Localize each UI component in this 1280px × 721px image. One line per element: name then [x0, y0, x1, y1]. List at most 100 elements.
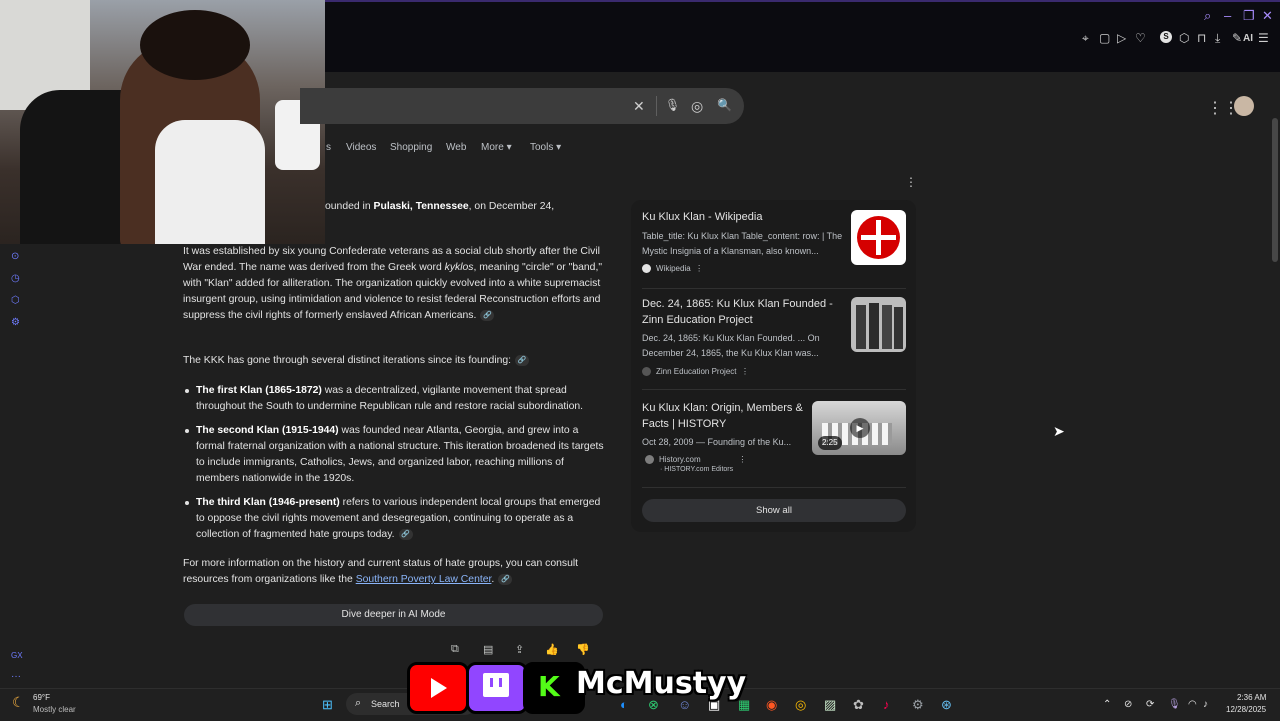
- avatar[interactable]: [1234, 96, 1254, 116]
- close-icon[interactable]: ✕: [1262, 8, 1273, 24]
- volume-icon[interactable]: ♪: [1203, 699, 1208, 710]
- source-name[interactable]: Wikipedia ⋮: [642, 264, 703, 274]
- tab-videos[interactable]: Videos: [346, 142, 376, 153]
- clear-icon[interactable]: ✕: [633, 98, 645, 115]
- steam-icon[interactable]: ⊛: [941, 697, 952, 713]
- wikipedia-icon: [642, 264, 651, 274]
- tab-web[interactable]: Web: [446, 142, 466, 153]
- source-snippet: Table_title: Ku Klux Klan Table_content:…: [642, 231, 843, 256]
- minimize-icon[interactable]: –: [1224, 8, 1231, 23]
- cursor-icon: ➤: [1053, 423, 1065, 439]
- link-icon[interactable]: 🔗: [515, 354, 530, 366]
- download-icon[interactable]: ⤓: [1215, 31, 1220, 46]
- search-icon[interactable]: ⌕: [1204, 8, 1211, 24]
- taskbar-search-label: Search: [371, 699, 400, 709]
- scrollbar-thumb[interactable]: [1272, 118, 1278, 262]
- copy-icon[interactable]: ⧉: [451, 643, 459, 656]
- windows-start-icon[interactable]: ⊞: [322, 697, 333, 713]
- source-title[interactable]: Ku Klux Klan - Wikipedia: [642, 209, 847, 225]
- settings-icon[interactable]: ⚙: [912, 697, 924, 713]
- thumbs-up-icon[interactable]: 👍: [545, 643, 559, 656]
- tab-shopping[interactable]: Shopping: [390, 142, 432, 153]
- clock-date[interactable]: 12/28/2025: [1226, 705, 1266, 714]
- gx-label: GX: [11, 651, 23, 660]
- weather-desc[interactable]: Mostly clear: [33, 705, 76, 714]
- wifi-icon[interactable]: ◠: [1188, 699, 1197, 710]
- menu-icon[interactable]: ☰: [1258, 31, 1269, 45]
- tab-more[interactable]: More ▾: [481, 142, 512, 153]
- bullet-icon: [185, 429, 189, 433]
- app-icon[interactable]: ▨: [824, 697, 836, 713]
- restore-icon[interactable]: ❐: [1243, 8, 1255, 24]
- more-options-icon[interactable]: ⋮: [905, 175, 917, 189]
- source-name[interactable]: Zinn Education Project ⋮: [642, 367, 749, 377]
- tab-tools[interactable]: Tools ▾: [530, 142, 561, 153]
- app-icon[interactable]: ◉: [766, 697, 777, 713]
- save-icon[interactable]: ▤: [483, 643, 493, 656]
- lock-icon[interactable]: ⊓: [1197, 31, 1206, 45]
- splc-link[interactable]: Southern Poverty Law Center: [356, 574, 492, 585]
- link-icon[interactable]: 🔗: [480, 309, 495, 321]
- twitch-icon: [466, 662, 528, 714]
- extensions-icon[interactable]: ⬡: [11, 295, 20, 306]
- channel-name: McMustyy: [576, 666, 747, 701]
- ai-icon[interactable]: ✎: [1232, 31, 1242, 45]
- duration-badge: 2:25: [818, 436, 842, 450]
- source-title[interactable]: Dec. 24, 1865: Ku Klux Klan Founded - Zi…: [642, 296, 847, 328]
- app-icon[interactable]: ✿: [853, 697, 864, 713]
- show-all-button[interactable]: Show all: [642, 499, 906, 522]
- tab-partial[interactable]: s: [326, 142, 331, 153]
- screenshot-icon[interactable]: ▢: [1099, 31, 1110, 45]
- historical-photo-thumbnail[interactable]: [851, 297, 906, 352]
- heart-icon[interactable]: ♡: [1135, 31, 1146, 45]
- paragraph-resources: For more information on the history and …: [183, 558, 579, 585]
- divider: [642, 487, 906, 488]
- ai-label[interactable]: AI: [1243, 33, 1253, 44]
- divider: [642, 288, 906, 289]
- list-item: The first Klan (1865-1872) was a decentr…: [196, 385, 584, 412]
- source-title[interactable]: Ku Klux Klan: Origin, Members & Facts | …: [642, 400, 807, 432]
- intro-text: ounded in Pulaski, Tennessee, on Decembe…: [325, 201, 555, 212]
- player-icon[interactable]: ⊙: [11, 251, 19, 262]
- history-icon[interactable]: ◷: [11, 273, 20, 284]
- puzzle-icon[interactable]: ⬡: [1179, 31, 1189, 45]
- mic-icon[interactable]: 🎙: [1168, 699, 1181, 710]
- youtube-icon: [407, 662, 469, 714]
- play-icon: ▶: [850, 418, 870, 438]
- source-name[interactable]: History.com ⋮: [645, 455, 746, 465]
- share-icon[interactable]: ⇪: [515, 643, 524, 656]
- search-submit-icon[interactable]: 🔍: [717, 98, 732, 112]
- thumbs-down-icon[interactable]: 👎: [576, 643, 590, 656]
- lens-icon[interactable]: ◎: [691, 98, 703, 115]
- list-item: The third Klan (1946-present) refers to …: [196, 497, 601, 540]
- bullet-icon: [185, 501, 189, 505]
- clock-time[interactable]: 2:36 AM: [1237, 693, 1266, 702]
- source-snippet: Dec. 24, 1865: Ku Klux Klan Founded. ...…: [642, 333, 820, 358]
- link-icon[interactable]: 🔗: [398, 528, 413, 540]
- mic-icon[interactable]: 🎙: [665, 98, 680, 112]
- play-icon[interactable]: ▷: [1117, 31, 1126, 45]
- dive-deeper-button[interactable]: Dive deeper in AI Mode: [184, 604, 603, 626]
- insignia-thumbnail[interactable]: [851, 210, 906, 265]
- video-thumbnail[interactable]: ▶ 2:25: [812, 401, 906, 455]
- tray-icon[interactable]: ⟳: [1146, 699, 1154, 710]
- webcam-overlay: [0, 0, 325, 244]
- weather-temp[interactable]: 69°F: [33, 693, 50, 702]
- history-icon: [645, 455, 654, 465]
- paragraph-iterations: The KKK has gone through several distinc…: [183, 353, 603, 369]
- source-snippet: Oct 28, 2009 — Founding of the Ku...: [642, 437, 792, 447]
- more-icon[interactable]: ···: [11, 671, 21, 682]
- tray-chevron-icon[interactable]: ⌃: [1103, 699, 1111, 710]
- source-author: · HISTORY.com Editors: [660, 466, 734, 473]
- divider: [656, 96, 657, 116]
- bookmark-icon[interactable]: ⌖: [1082, 31, 1089, 46]
- tiktok-icon[interactable]: ♪: [883, 697, 890, 712]
- s-extension-icon[interactable]: S: [1160, 31, 1172, 43]
- chrome-icon[interactable]: ◎: [795, 697, 806, 713]
- zinn-icon: [642, 367, 651, 377]
- weather-icon[interactable]: ☾: [12, 694, 25, 711]
- link-icon[interactable]: 🔗: [498, 573, 513, 585]
- paragraph-origin: It was established by six young Confeder…: [183, 246, 603, 321]
- settings-icon[interactable]: ⚙: [11, 317, 20, 328]
- tray-icon[interactable]: ⊘: [1124, 699, 1132, 710]
